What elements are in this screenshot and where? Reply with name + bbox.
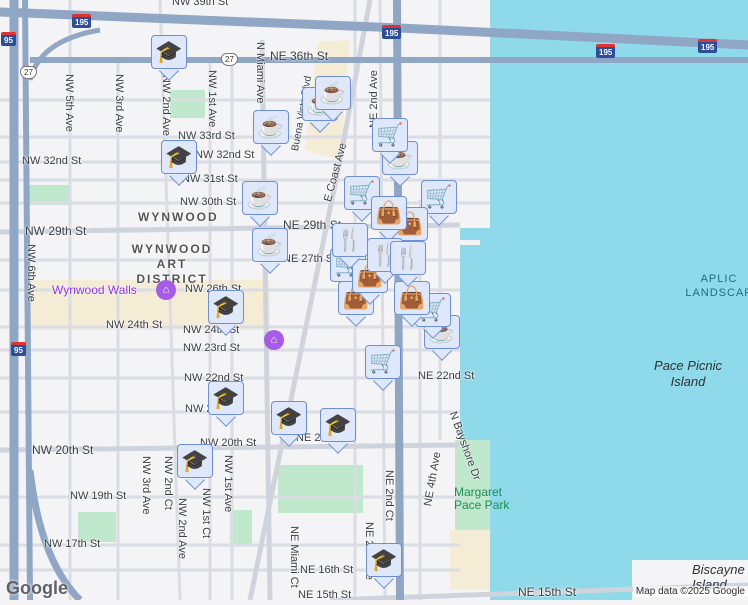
- poi-label-wynwood-walls[interactable]: Wynwood Walls: [52, 283, 137, 297]
- education-marker[interactable]: 🎓: [366, 543, 402, 589]
- shopping-cart-icon: 🛒: [365, 345, 401, 379]
- restaurant-icon: 🍴: [332, 223, 368, 257]
- street-label: NW 32nd St: [22, 155, 82, 167]
- street-label: NW 20th St: [32, 443, 94, 457]
- street-label: NE 16th St: [300, 564, 354, 576]
- street-label: NE 15th St: [518, 585, 577, 599]
- google-logo: Google: [6, 578, 68, 598]
- i195-shield: 195: [596, 44, 616, 58]
- shopping-cart-marker[interactable]: 🛒: [365, 345, 401, 391]
- coffee-icon: ☕: [315, 76, 351, 110]
- restaurant-marker[interactable]: 🍴: [390, 241, 426, 287]
- coffee-marker[interactable]: ☕: [242, 181, 278, 227]
- street-label: NW 3rd Ave: [140, 456, 152, 515]
- map-canvas[interactable]: 195 195 195 195 95 95 27 27 NW 39th St N…: [0, 0, 748, 603]
- education-marker[interactable]: 🎓: [151, 35, 187, 81]
- street-label: NE 27th St: [283, 253, 337, 265]
- coffee-marker[interactable]: ☕: [315, 76, 351, 122]
- district-label: WYNWOOD ART DISTRICT: [131, 242, 213, 286]
- i95-shield: 95: [11, 342, 26, 356]
- us27-shield: 27: [20, 66, 37, 79]
- street-label: NW 23rd St: [183, 342, 240, 354]
- landscape-label: APLIC LANDSCAP: [685, 273, 748, 299]
- education-icon: 🎓: [177, 444, 213, 478]
- island-label: Pace Picnic Island: [654, 358, 722, 389]
- street-label: NE Miami Ct: [288, 526, 300, 588]
- museum-icon[interactable]: ⌂: [156, 280, 176, 300]
- coffee-icon: ☕: [242, 181, 278, 215]
- street-label: N Miami Ave: [254, 42, 266, 104]
- street-label: NW 30th St: [180, 196, 237, 208]
- street-label: NW 2nd Ct: [162, 456, 174, 510]
- education-icon: 🎓: [208, 381, 244, 415]
- street-label: NW 1st Ave: [206, 70, 218, 128]
- education-marker[interactable]: 🎓: [320, 408, 356, 454]
- i195-shield: 195: [382, 25, 402, 39]
- street-label: NW 3rd Ave: [113, 74, 125, 133]
- street-label: NW 2nd Ave: [176, 498, 188, 559]
- street-label: NW 2nd Ave: [160, 75, 172, 136]
- shopping-bag-marker[interactable]: 👜: [371, 196, 407, 242]
- street-label: NW 19th St: [70, 490, 127, 502]
- street-label: NE 36th St: [270, 49, 329, 63]
- us27-shield: 27: [221, 53, 238, 66]
- education-icon: 🎓: [208, 290, 244, 324]
- education-marker[interactable]: 🎓: [208, 381, 244, 427]
- street-label: NE 15th St: [298, 589, 352, 601]
- education-marker[interactable]: 🎓: [271, 401, 307, 447]
- street-label: NW 5th Ave: [63, 74, 75, 132]
- i95-shield: 95: [1, 32, 16, 46]
- street-label: NW 39th St: [172, 0, 229, 8]
- shopping-cart-icon: 🛒: [372, 118, 408, 152]
- park-label[interactable]: Margaret Pace Park: [454, 486, 524, 512]
- coffee-icon: ☕: [253, 110, 289, 144]
- street-label: NE 2nd Ct: [383, 470, 395, 521]
- museum-icon[interactable]: ⌂: [264, 330, 284, 350]
- map-attribution[interactable]: Map data ©2025 Google: [632, 586, 748, 597]
- coffee-marker[interactable]: ☕: [253, 110, 289, 156]
- street-label: NW 1st Ave: [222, 455, 234, 513]
- i195-shield: 195: [698, 39, 718, 53]
- street-label: NW 1st Ct: [200, 488, 212, 539]
- shopping-bag-icon: 👜: [394, 281, 430, 315]
- education-icon: 🎓: [271, 401, 307, 435]
- coffee-marker[interactable]: ☕: [252, 228, 288, 274]
- education-icon: 🎓: [151, 35, 187, 69]
- coffee-icon: ☕: [252, 228, 288, 262]
- street-label: NW 17th St: [44, 538, 101, 550]
- education-marker[interactable]: 🎓: [177, 444, 213, 490]
- district-label: WYNWOOD: [138, 210, 219, 224]
- street-label: NW 24th St: [106, 319, 163, 331]
- education-marker[interactable]: 🎓: [161, 140, 197, 186]
- education-icon: 🎓: [161, 140, 197, 174]
- street-label: NW 32nd St: [195, 149, 255, 161]
- street-label: NW 29th St: [25, 224, 87, 238]
- street-label: NW 6th Ave: [25, 244, 37, 302]
- i195-shield: 195: [72, 14, 92, 28]
- restaurant-marker[interactable]: 🍴: [332, 223, 368, 269]
- restaurant-icon: 🍴: [390, 241, 426, 275]
- education-marker[interactable]: 🎓: [208, 290, 244, 336]
- shopping-bag-marker[interactable]: 👜: [394, 281, 430, 327]
- shopping-bag-icon: 👜: [371, 196, 407, 230]
- shopping-cart-marker[interactable]: 🛒: [372, 118, 408, 164]
- education-icon: 🎓: [366, 543, 402, 577]
- street-label: NE 22nd St: [418, 370, 475, 382]
- education-icon: 🎓: [320, 408, 356, 442]
